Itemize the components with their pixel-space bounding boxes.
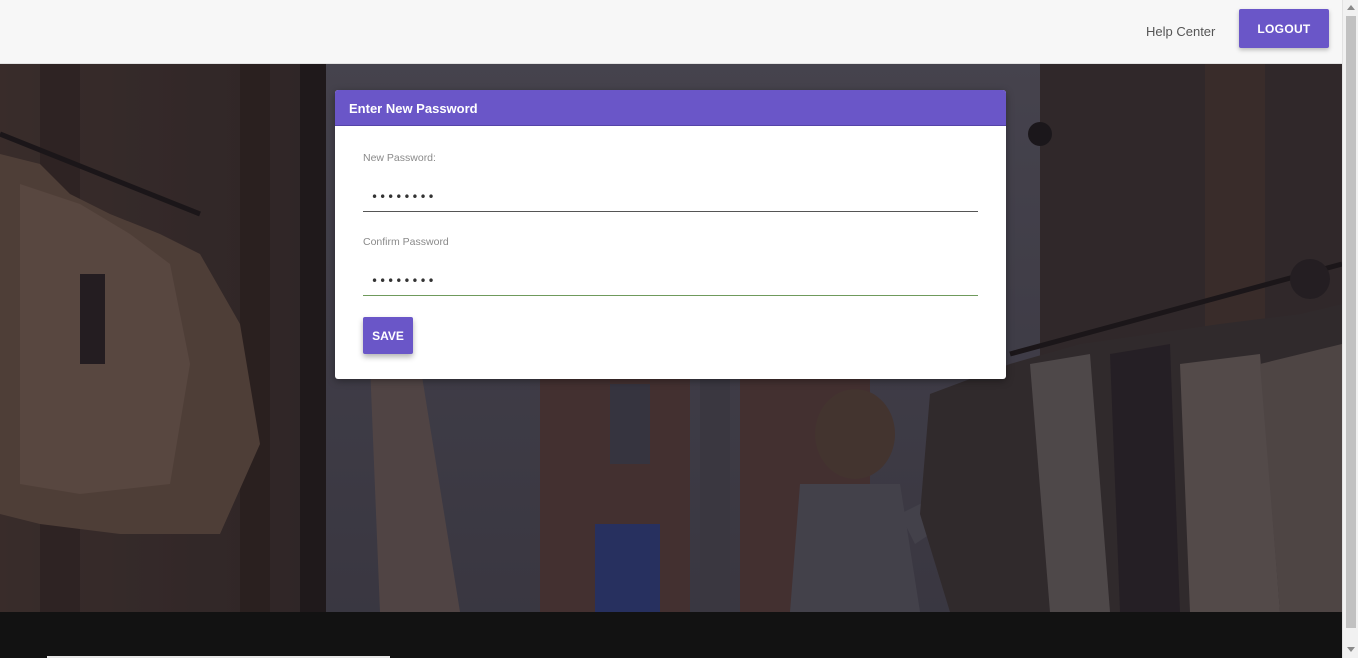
new-password-label: New Password: <box>363 152 436 164</box>
new-password-input[interactable] <box>363 182 978 212</box>
new-password-card: Enter New Password New Password: Confirm… <box>335 90 1006 379</box>
scroll-up-arrow-icon[interactable] <box>1347 5 1355 10</box>
logout-button[interactable]: LOGOUT <box>1239 9 1329 48</box>
top-navbar: Help Center LOGOUT <box>0 0 1342 64</box>
confirm-password-input[interactable] <box>363 266 978 296</box>
confirm-password-label: Confirm Password <box>363 236 449 248</box>
vertical-scrollbar[interactable] <box>1342 0 1358 658</box>
confirm-password-field: Confirm Password <box>363 236 978 296</box>
save-button[interactable]: SAVE <box>363 317 413 354</box>
new-password-field: New Password: <box>363 152 978 212</box>
card-title: Enter New Password <box>335 90 1006 126</box>
help-center-link[interactable]: Help Center <box>1146 24 1215 39</box>
scroll-thumb[interactable] <box>1346 16 1356 628</box>
scroll-down-arrow-icon[interactable] <box>1347 647 1355 652</box>
footer-band <box>0 612 1342 658</box>
